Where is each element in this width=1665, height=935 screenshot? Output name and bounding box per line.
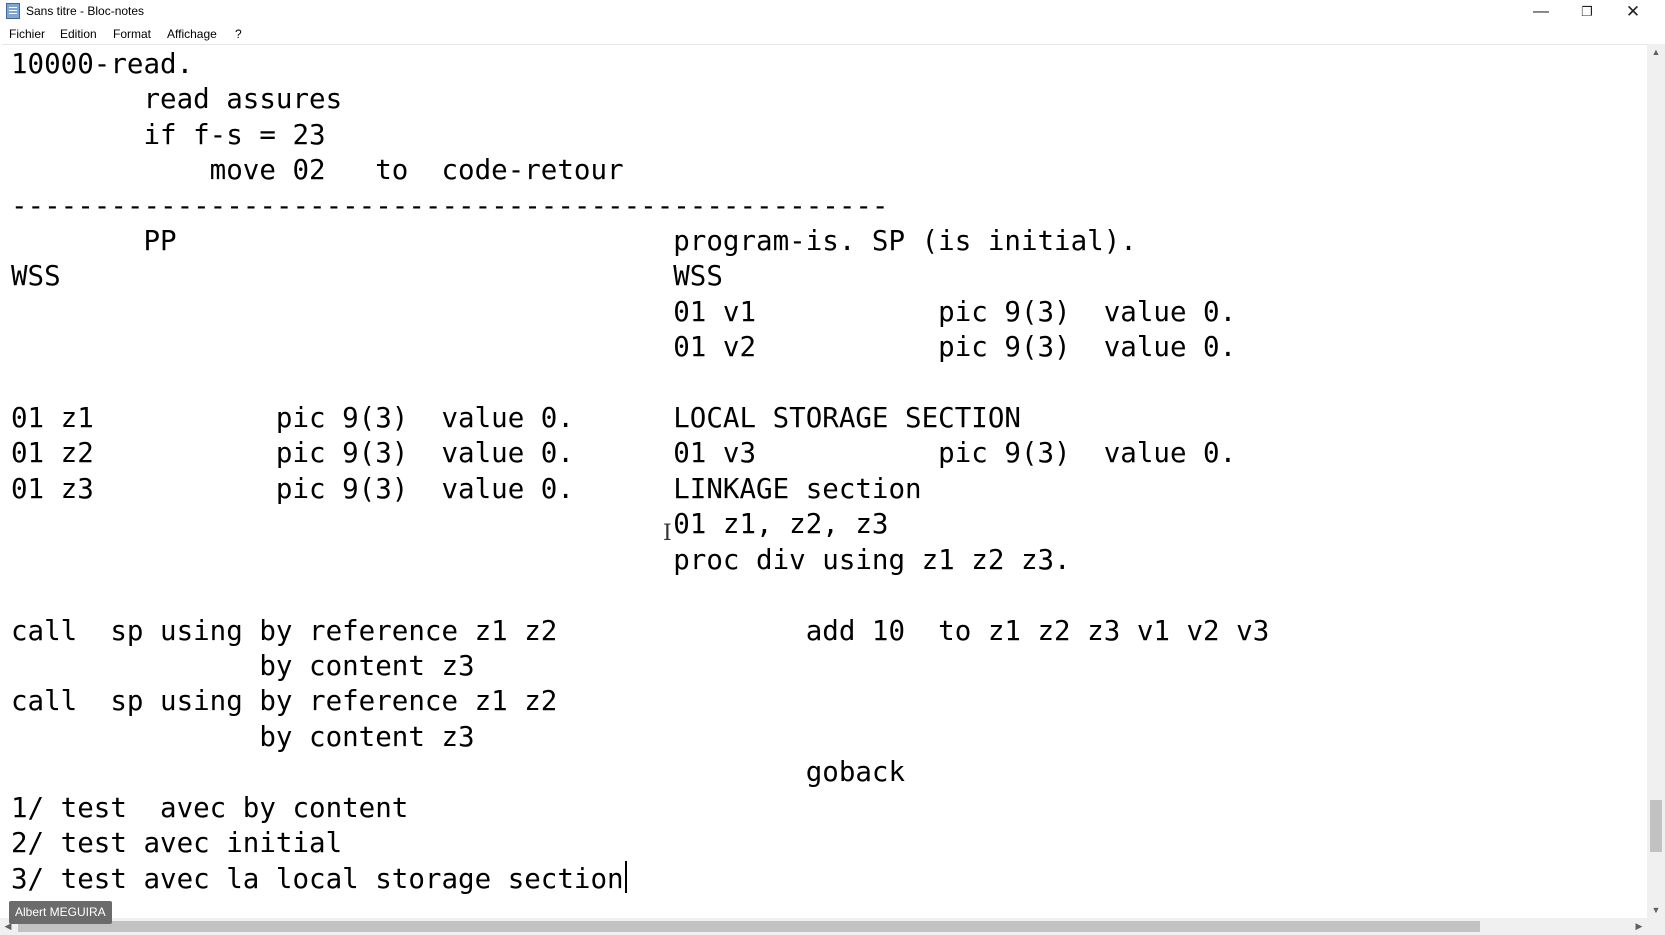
close-button[interactable]: ✕: [1610, 0, 1656, 24]
menu-fichier[interactable]: Fichier: [9, 27, 45, 41]
scrollbar-corner: [1647, 918, 1665, 935]
vertical-scroll-thumb[interactable]: [1650, 800, 1662, 852]
scroll-up-icon[interactable]: ▲: [1647, 44, 1665, 60]
presenter-name-badge: Albert MEGUIRA: [9, 901, 112, 924]
maximize-button[interactable]: ❐: [1564, 0, 1610, 24]
menu-affichage[interactable]: Affichage: [167, 27, 217, 41]
text-editor[interactable]: 10000-read. read assures if f-s = 23 mov…: [2, 44, 1647, 919]
notepad-icon: [6, 3, 20, 19]
horizontal-scrollbar[interactable]: ◀ ▶: [0, 918, 1647, 935]
minimize-button[interactable]: —: [1518, 0, 1564, 24]
vertical-scrollbar[interactable]: ▲ ▼: [1647, 44, 1665, 918]
title-bar: Sans titre - Bloc-notes — ❐ ✕: [0, 0, 1665, 24]
menu-format[interactable]: Format: [113, 27, 151, 41]
editor-text[interactable]: 10000-read. read assures if f-s = 23 mov…: [11, 48, 1269, 895]
scroll-right-icon[interactable]: ▶: [1631, 918, 1647, 935]
editor-content[interactable]: 10000-read. read assures if f-s = 23 mov…: [11, 47, 1269, 898]
menu-help[interactable]: ?: [235, 27, 242, 41]
text-caret: [624, 861, 627, 894]
menu-bar: Fichier Edition Format Affichage ?: [0, 24, 1665, 44]
ibeam-cursor-icon: I: [663, 521, 672, 546]
window-title: Sans titre - Bloc-notes: [26, 4, 145, 18]
menu-edition[interactable]: Edition: [60, 27, 97, 41]
horizontal-scroll-thumb[interactable]: [18, 921, 1480, 932]
scroll-down-icon[interactable]: ▼: [1647, 902, 1665, 918]
